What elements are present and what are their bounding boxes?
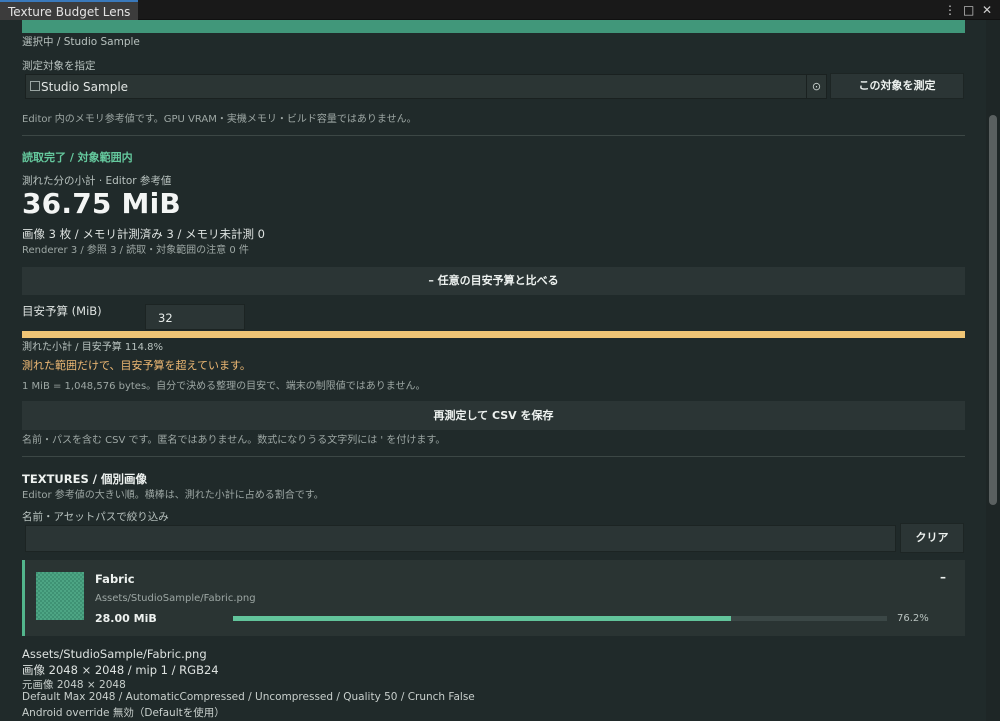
budget-progress-bar — [22, 331, 965, 338]
window-controls: ⋮ □ ✕ — [944, 2, 992, 18]
budget-ratio: 測れた小計 / 目安予算 114.8% — [22, 342, 164, 353]
target-object-field[interactable]: Studio Sample ⊙ — [25, 74, 827, 99]
subtotal-label: 測れた分の小計 · Editor 参考値 — [22, 175, 172, 187]
textures-heading: TEXTURES / 個別画像 — [22, 472, 147, 486]
window-tab[interactable]: Texture Budget Lens — [0, 0, 139, 20]
save-csv-button[interactable]: 再測定して CSV を保存 — [22, 401, 965, 430]
csv-note: 名前・パスを含む CSV です。匿名ではありません。数式になりうる文字列には '… — [22, 435, 446, 446]
textures-description: Editor 参考値の大きい順。横棒は、測れた小計に占める割合です。 — [22, 490, 324, 501]
clear-filter-button[interactable]: クリア — [900, 523, 964, 553]
vertical-scrollbar[interactable] — [986, 20, 1000, 721]
count-summary: 画像 3 枚 / メモリ計測済み 3 / メモリ未計測 0 — [22, 227, 265, 241]
maximize-icon[interactable]: □ — [963, 2, 974, 18]
scrollbar-thumb[interactable] — [989, 115, 997, 505]
filter-input[interactable] — [25, 525, 896, 552]
target-label: 測定対象を指定 — [22, 60, 96, 72]
inspector-content: 選択中 / Studio Sample 測定対象を指定 Studio Sampl… — [0, 20, 986, 721]
divider — [22, 135, 965, 136]
object-picker-icon[interactable]: ⊙ — [806, 75, 826, 98]
filter-label: 名前・アセットパスで絞り込み — [22, 511, 169, 523]
texture-size: 28.00 MiB — [95, 612, 157, 625]
close-icon[interactable]: ✕ — [982, 2, 992, 18]
memory-note: Editor 内のメモリ参考値です。GPU VRAM・実機メモリ・ビルド容量では… — [22, 114, 417, 125]
share-progress-track — [233, 616, 887, 621]
budget-warning: 測れた範囲だけで、目安予算を超えています。 — [22, 359, 251, 372]
budget-input[interactable]: 32 — [145, 304, 245, 330]
divider — [22, 456, 965, 457]
cube-icon — [30, 81, 40, 91]
window-titlebar: Texture Budget Lens ⋮ □ ✕ — [0, 0, 1000, 20]
more-options-icon[interactable]: ⋮ — [944, 2, 956, 18]
texture-name: Fabric — [95, 572, 135, 586]
texture-path: Assets/StudioSample/Fabric.png — [95, 593, 256, 604]
header-accent-bar — [22, 20, 965, 33]
measure-target-button[interactable]: この対象を測定 — [830, 73, 964, 99]
total-size: 36.75 MiB — [22, 187, 181, 220]
detail-android: Android override 無効（Defaultを使用） — [22, 707, 225, 719]
detail-path: Assets/StudioSample/Fabric.png — [22, 647, 207, 661]
detail-original: 元画像 2048 × 2048 — [22, 679, 126, 691]
detail-default: Default Max 2048 / AutomaticCompressed /… — [22, 691, 475, 703]
status-text: 読取完了 / 対象範囲内 — [22, 151, 133, 164]
target-object-value: Studio Sample — [41, 80, 129, 94]
texture-card[interactable]: Fabric Assets/StudioSample/Fabric.png 28… — [22, 560, 965, 636]
reference-summary: Renderer 3 / 参照 3 / 読取・対象範囲の注意 0 件 — [22, 245, 249, 256]
share-percent: 76.2% — [897, 613, 929, 624]
share-progress-fill — [233, 616, 732, 621]
budget-toggle-button[interactable]: – 任意の目安予算と比べる — [22, 267, 965, 295]
collapse-button[interactable]: – — [940, 570, 946, 584]
texture-thumbnail — [36, 572, 84, 620]
budget-label: 目安予算 (MiB) — [22, 304, 102, 318]
detail-image: 画像 2048 × 2048 / mip 1 / RGB24 — [22, 663, 219, 677]
current-selection: 選択中 / Studio Sample — [22, 36, 140, 48]
mib-note: 1 MiB = 1,048,576 bytes。自分で決める整理の目安で、端末の… — [22, 381, 426, 392]
